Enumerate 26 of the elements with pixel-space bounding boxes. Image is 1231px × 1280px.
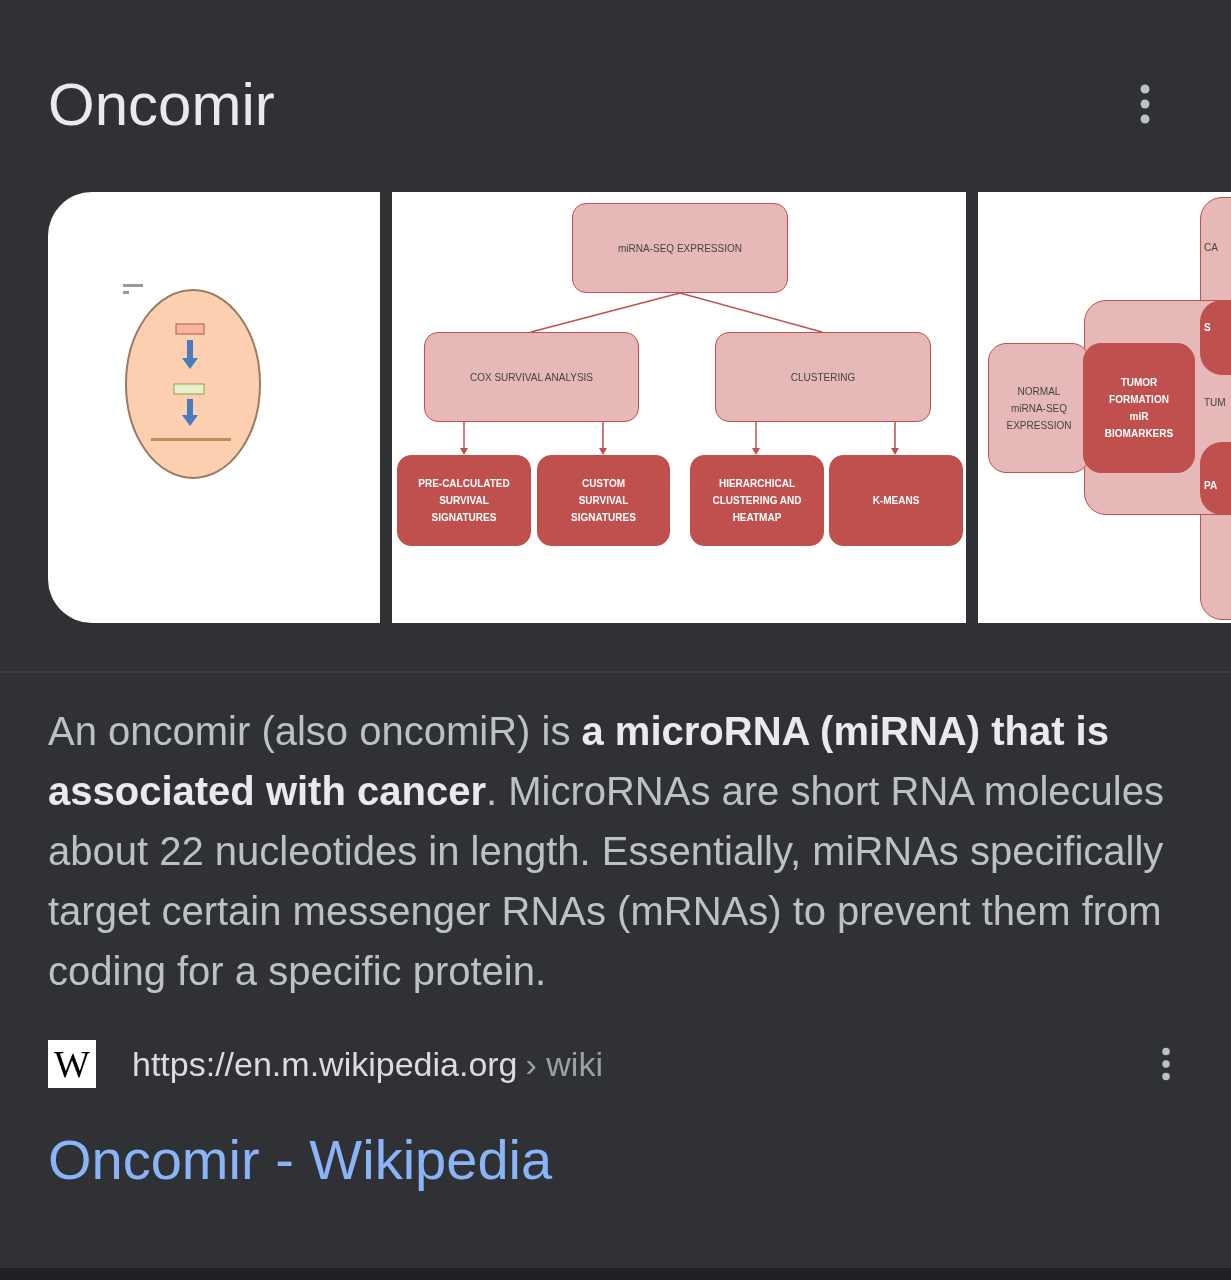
arrow xyxy=(752,421,760,455)
site-icon: W xyxy=(48,1040,96,1088)
url-path: › wiki xyxy=(525,1044,603,1084)
diagram-label: TUM xyxy=(1203,395,1227,410)
more-options-icon[interactable] xyxy=(1139,84,1151,124)
panel-title: Oncomir xyxy=(48,69,275,139)
flowchart-node: K-MEANS xyxy=(829,455,963,546)
diagram-label: PA xyxy=(1203,478,1219,493)
result-title-link[interactable]: Oncomir - Wikipedia xyxy=(48,1127,553,1192)
diagram-label: CA xyxy=(1203,240,1219,255)
image-card[interactable]: miRNA-SEQ EXPRESSION COX SURVIVAL ANALYSIS CLUSTERING PRE-CALCULATED SURVIVAL SIGNATURES CUSTOM SURVIVAL SIGNATURES HIERARCHICAL CLUSTERING AND HEATMAP K-MEANS xyxy=(392,192,966,623)
arrow xyxy=(599,421,607,455)
flowchart-node: CUSTOM SURVIVAL SIGNATURES xyxy=(537,455,670,546)
arrow xyxy=(891,421,899,455)
more-options-icon[interactable] xyxy=(1161,1046,1171,1082)
source-url[interactable]: https://en.m.wikipedia.org xyxy=(132,1044,518,1084)
image-card[interactable]: NORMAL miRNA-SEQ EXPRESSION TUMOR FORMATION miR BIOMARKERS CA S TUM PA xyxy=(978,192,1231,623)
arrow xyxy=(460,421,468,455)
diagram-node: TUMOR FORMATION miR BIOMARKERS xyxy=(1083,343,1195,473)
flowchart-node: CLUSTERING xyxy=(715,332,931,422)
diagram-label: S xyxy=(1203,320,1212,335)
flowchart-node: miRNA-SEQ EXPRESSION xyxy=(572,203,788,293)
flowchart-node: PRE-CALCULATED SURVIVAL SIGNATURES xyxy=(397,455,531,546)
description-text: An oncomir (also oncomiR) is a microRNA (miRNA) that is associated with cancer. MicroRNAs are short RNA molecules about 22 nucleotides in length. Essentially, miRNAs specifically target certain messenger RNAs (mRNAs) to prevent them from coding for a specific protein. xyxy=(48,708,1165,995)
flowchart-node: COX SURVIVAL ANALYSIS xyxy=(424,332,639,422)
flowchart-node: HIERARCHICAL CLUSTERING AND HEATMAP xyxy=(690,455,824,546)
